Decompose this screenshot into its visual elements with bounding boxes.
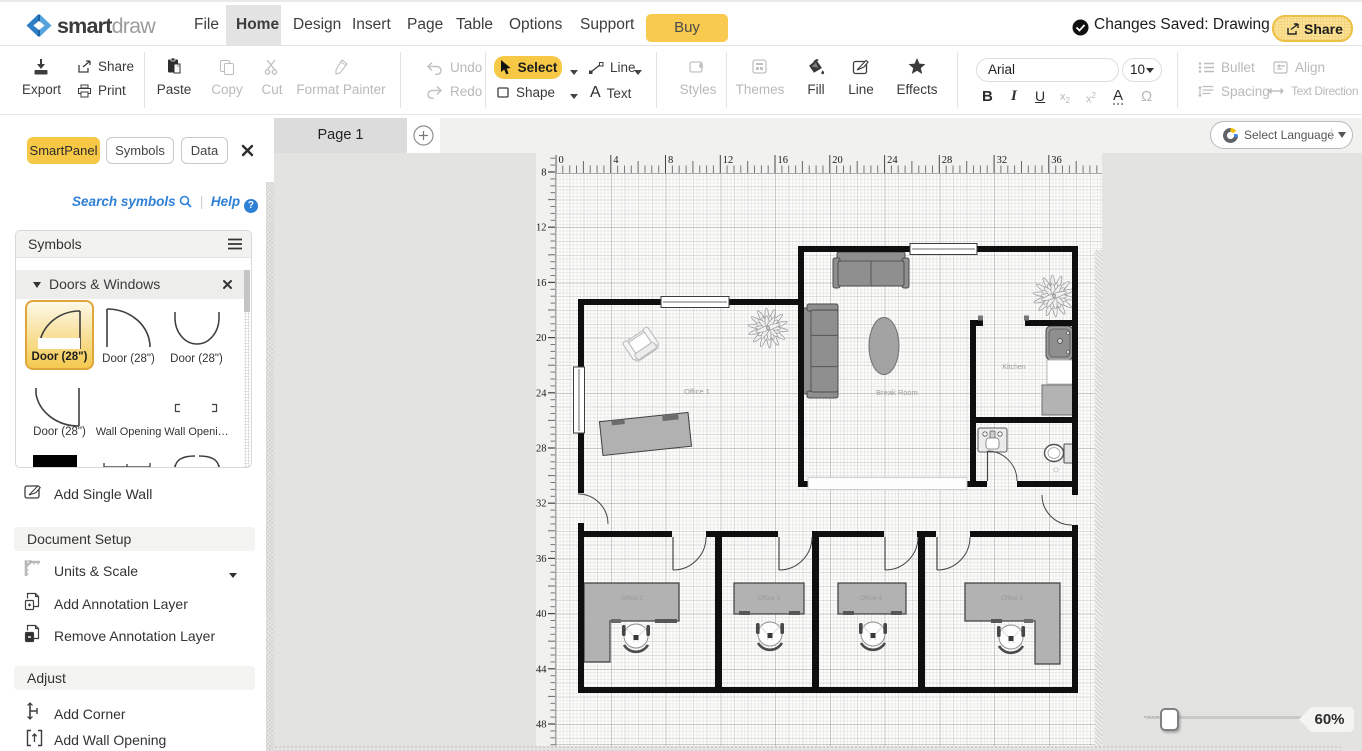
svg-text:20: 20: [832, 155, 843, 166]
svg-text:16: 16: [536, 278, 547, 289]
svg-text:Office 3: Office 3: [758, 595, 781, 602]
svg-text:Office 2: Office 2: [621, 595, 644, 602]
svg-text:24: 24: [536, 388, 547, 399]
svg-text:0: 0: [559, 155, 564, 166]
svg-text:28: 28: [942, 155, 953, 166]
svg-text:8: 8: [668, 155, 673, 166]
svg-text:4: 4: [613, 155, 619, 166]
svg-text:Kitchen: Kitchen: [1002, 364, 1025, 371]
svg-text:16: 16: [778, 155, 789, 166]
svg-text:44: 44: [536, 664, 547, 675]
svg-text:20: 20: [536, 333, 547, 344]
svg-text:Office 5: Office 5: [1001, 595, 1024, 602]
svg-text:32: 32: [997, 155, 1008, 166]
svg-text:48: 48: [536, 720, 547, 731]
svg-text:40: 40: [536, 609, 547, 620]
svg-text:Break Room: Break Room: [876, 388, 918, 397]
svg-text:36: 36: [536, 554, 547, 565]
svg-text:Office 1: Office 1: [684, 387, 710, 396]
svg-text:28: 28: [536, 444, 547, 455]
svg-text:12: 12: [536, 223, 547, 234]
svg-text:8: 8: [541, 168, 546, 179]
svg-text:32: 32: [536, 499, 547, 510]
svg-text:Office 4: Office 4: [860, 595, 883, 602]
svg-text:12: 12: [723, 155, 734, 166]
svg-text:24: 24: [887, 155, 898, 166]
svg-text:36: 36: [1051, 155, 1062, 166]
